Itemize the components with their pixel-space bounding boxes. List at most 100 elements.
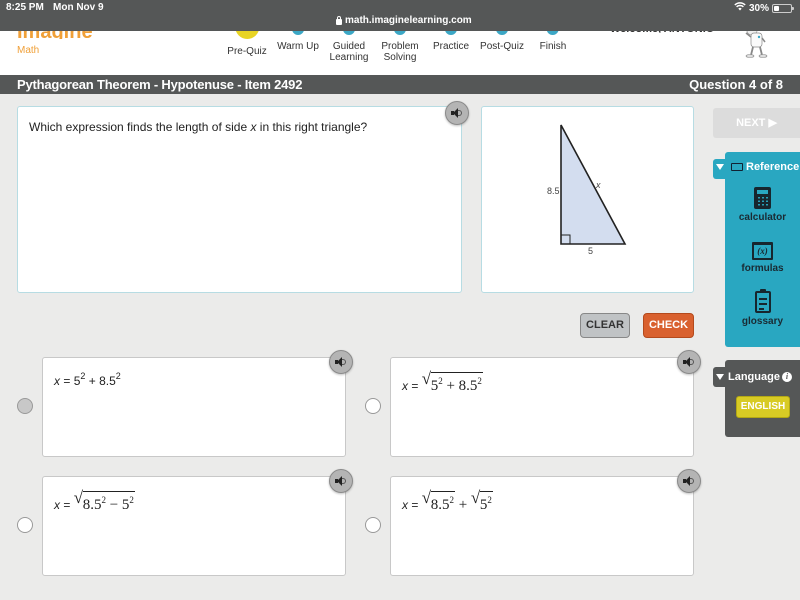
question-text: Which expression finds the length of sid… [29,120,367,134]
speaker-icon [451,108,463,118]
right-triangle-figure: 8.5 5 x [547,124,627,256]
term: + 8.5 [85,374,116,388]
battery-level [774,5,779,11]
answer-a-radio[interactable] [17,398,33,414]
check-button[interactable]: CHECK [643,313,694,338]
term: − 5 [105,497,130,513]
exponent: 2 [129,495,134,505]
radical-sign-icon: √ [73,488,84,507]
step-guided-learning[interactable]: Guided Learning [329,25,369,63]
app-header: Imagine Math Pre-Quiz Warm Up Guided Lea… [0,23,800,75]
square-root: √ 52 + 8.52 [421,369,483,395]
equals-sign: = [60,498,74,512]
reference-title: Reference [746,161,800,173]
square-root: √ 8.52 [421,488,455,514]
answer-c-radio[interactable] [17,517,33,533]
language-title: Language [728,371,780,383]
label-vertical-leg: 8.5 [547,186,560,196]
speaker-icon [683,357,695,367]
exponent: 2 [477,376,482,386]
term: 8.5 [430,497,450,513]
triangle-shape [560,124,627,245]
reference-header[interactable]: Reference [713,161,800,173]
square-root: √ 52 [470,488,493,514]
answer-c-expression: x = √ 8.52 − 52 [54,488,135,514]
step-label: Practice [432,41,470,52]
radical-sign-icon: √ [421,488,432,507]
step-warm-up[interactable]: Warm Up [277,25,319,52]
reference-item-label: formulas [741,263,784,274]
battery-icon [772,3,794,13]
step-pre-quiz[interactable]: Pre-Quiz [227,27,267,57]
question-text-start: Which expression finds the length of sid… [29,120,251,134]
status-date: Mon Nov 9 [53,2,104,13]
operator: + [454,497,471,513]
answer-a-audio-button[interactable] [329,350,353,374]
clear-button[interactable]: CLEAR [580,313,630,338]
reference-formulas[interactable]: (x) formulas [725,242,800,274]
glossary-clipboard-icon [754,289,771,313]
step-finish[interactable]: Finish [539,25,567,52]
battery-percent: 30% [748,2,769,14]
radical-sign-icon: √ [470,488,481,507]
step-label: Problem Solving [381,41,419,63]
answer-d-audio-button[interactable] [677,469,701,493]
formulas-icon: (x) [752,242,773,260]
step-label: Pre-Quiz [227,46,267,57]
next-button[interactable]: NEXT ▶ [713,108,800,138]
language-header[interactable]: Language i [713,371,800,383]
item-title: Pythagorean Theorem - Hypotenuse - Item … [17,77,303,92]
radical-sign-icon: √ [421,369,432,388]
answer-b-audio-button[interactable] [677,350,701,374]
calculator-icon [754,187,771,209]
answer-option-c[interactable]: x = √ 8.52 − 52 [42,476,346,576]
answer-option-b[interactable]: x = √ 52 + 8.52 [390,357,694,457]
language-english-button[interactable]: ENGLISH [736,396,790,418]
reference-card-icon [731,163,743,171]
speaker-icon [335,357,347,367]
answer-option-d[interactable]: x = √ 8.52 + √ 52 [390,476,694,576]
question-audio-button[interactable] [445,101,469,125]
url-bar[interactable]: math.imaginelearning.com [336,15,472,26]
ios-status-bar: 8:25 PM Mon Nov 9 math.imaginelearning.c… [0,0,800,31]
wifi-icon [734,2,746,14]
term: 8.5 [82,497,102,513]
equals-sign: = [408,498,422,512]
speaker-icon [683,476,695,486]
reference-calculator[interactable]: calculator [725,187,800,223]
answer-d-expression: x = √ 8.52 + √ 52 [402,488,493,514]
figure-panel: 8.5 5 x [481,106,694,293]
formulas-glyph: (x) [754,245,771,258]
collapse-triangle-icon [716,374,724,380]
step-label: Post-Quiz [480,41,524,52]
url-text: math.imaginelearning.com [345,15,472,26]
step-practice[interactable]: Practice [432,25,470,52]
reference-item-label: calculator [738,212,787,223]
question-panel: Which expression finds the length of sid… [17,106,462,293]
reference-glossary[interactable]: glossary [725,289,800,327]
speaker-icon [335,476,347,486]
exponent: 2 [449,495,454,505]
answer-a-expression: x = 52 + 8.52 [54,371,121,388]
question-text-end: in this right triangle? [256,120,368,134]
step-problem-solving[interactable]: Problem Solving [380,25,420,63]
info-icon[interactable]: i [781,372,792,382]
collapse-triangle-icon [716,164,724,170]
label-hypotenuse: x [595,180,601,190]
answer-d-radio[interactable] [365,517,381,533]
answer-c-audio-button[interactable] [329,469,353,493]
exponent: 2 [487,495,492,505]
status-time: 8:25 PM [6,2,44,13]
mascot-icon [745,27,768,58]
step-post-quiz[interactable]: Post-Quiz [480,25,524,52]
answer-b-radio[interactable] [365,398,381,414]
item-title-bar: Pythagorean Theorem - Hypotenuse - Item … [0,75,800,94]
step-label: Finish [539,41,567,52]
square-root: √ 8.52 − 52 [73,488,135,514]
equals-sign: = [60,374,74,388]
exponent: 2 [115,371,121,381]
lock-icon [336,15,342,25]
answer-option-a[interactable]: x = 52 + 8.52 [42,357,346,457]
label-horizontal-leg: 5 [588,246,593,256]
equals-sign: = [408,379,422,393]
